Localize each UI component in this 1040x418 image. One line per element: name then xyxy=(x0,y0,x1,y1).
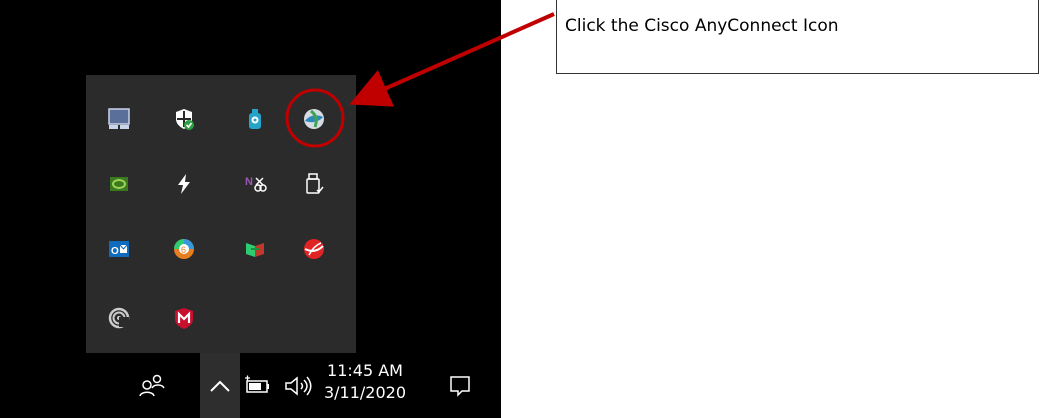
highlight-circle xyxy=(285,88,345,148)
instruction-callout xyxy=(556,0,1039,74)
callout-text: Click the Cisco AnyConnect Icon xyxy=(565,16,839,36)
